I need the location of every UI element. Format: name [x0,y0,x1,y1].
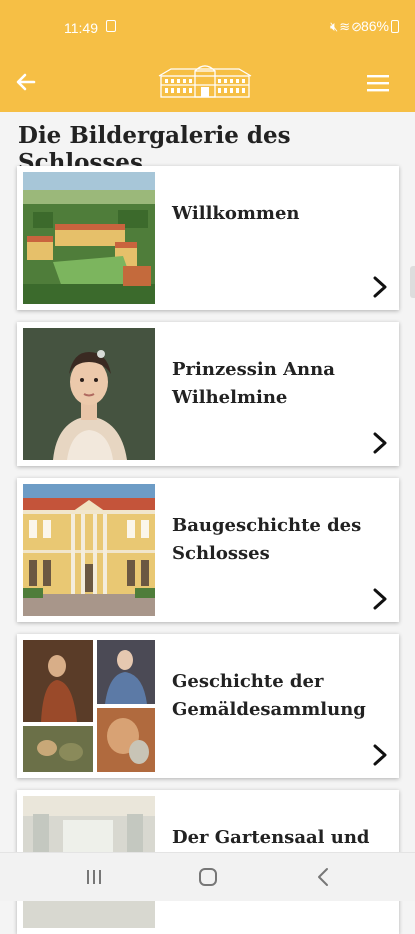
system-nav-bar [0,852,415,901]
gallery-item-label: Prinzessin Anna Wilhelmine [172,359,335,408]
hamburger-menu-icon[interactable] [367,74,389,92]
gallery-item-willkommen[interactable]: Willkommen [17,166,399,310]
chevron-right-icon [373,744,387,766]
scroll-indicator [410,266,415,298]
battery-percentage: 86% [360,18,389,34]
gallery-item-label: Geschichte der Gemäldesammlung [172,671,366,720]
gallery-item-label: Der Gartensaal und [172,827,370,848]
arrow-left-icon[interactable] [12,68,40,96]
gallery-item-gemaeldesammlung[interactable]: Geschichte der Gemäldesammlung [17,634,399,778]
gallery-item-label: Willkommen [172,203,300,224]
aerial-palace-photo [23,172,155,304]
wifi-icon: ≋ [339,19,352,34]
notification-icon [106,20,116,32]
back-icon[interactable] [312,865,336,889]
chevron-right-icon [373,432,387,454]
status-time: 11:49 [64,20,98,36]
chevron-right-icon [373,588,387,610]
home-icon[interactable] [196,865,220,889]
princess-portrait-painting [23,328,155,460]
status-bar: 11:49 🔇︎≋⊘ 86% [0,0,415,56]
app-bar [0,56,415,112]
recent-apps-icon[interactable] [82,865,106,889]
mute-icon: 🔇︎ [329,19,340,34]
gallery-item-prinzessin[interactable]: Prinzessin Anna Wilhelmine [17,322,399,466]
status-icons: 🔇︎≋⊘ [330,19,363,35]
palace-facade-photo [23,484,155,616]
gallery-item-baugeschichte[interactable]: Baugeschichte des Schlosses [17,478,399,622]
chevron-right-icon [373,276,387,298]
painting-collage [23,640,155,772]
gallery-item-label: Baugeschichte des Schlosses [172,515,362,564]
battery-icon [391,20,399,33]
palace-logo [158,65,252,98]
